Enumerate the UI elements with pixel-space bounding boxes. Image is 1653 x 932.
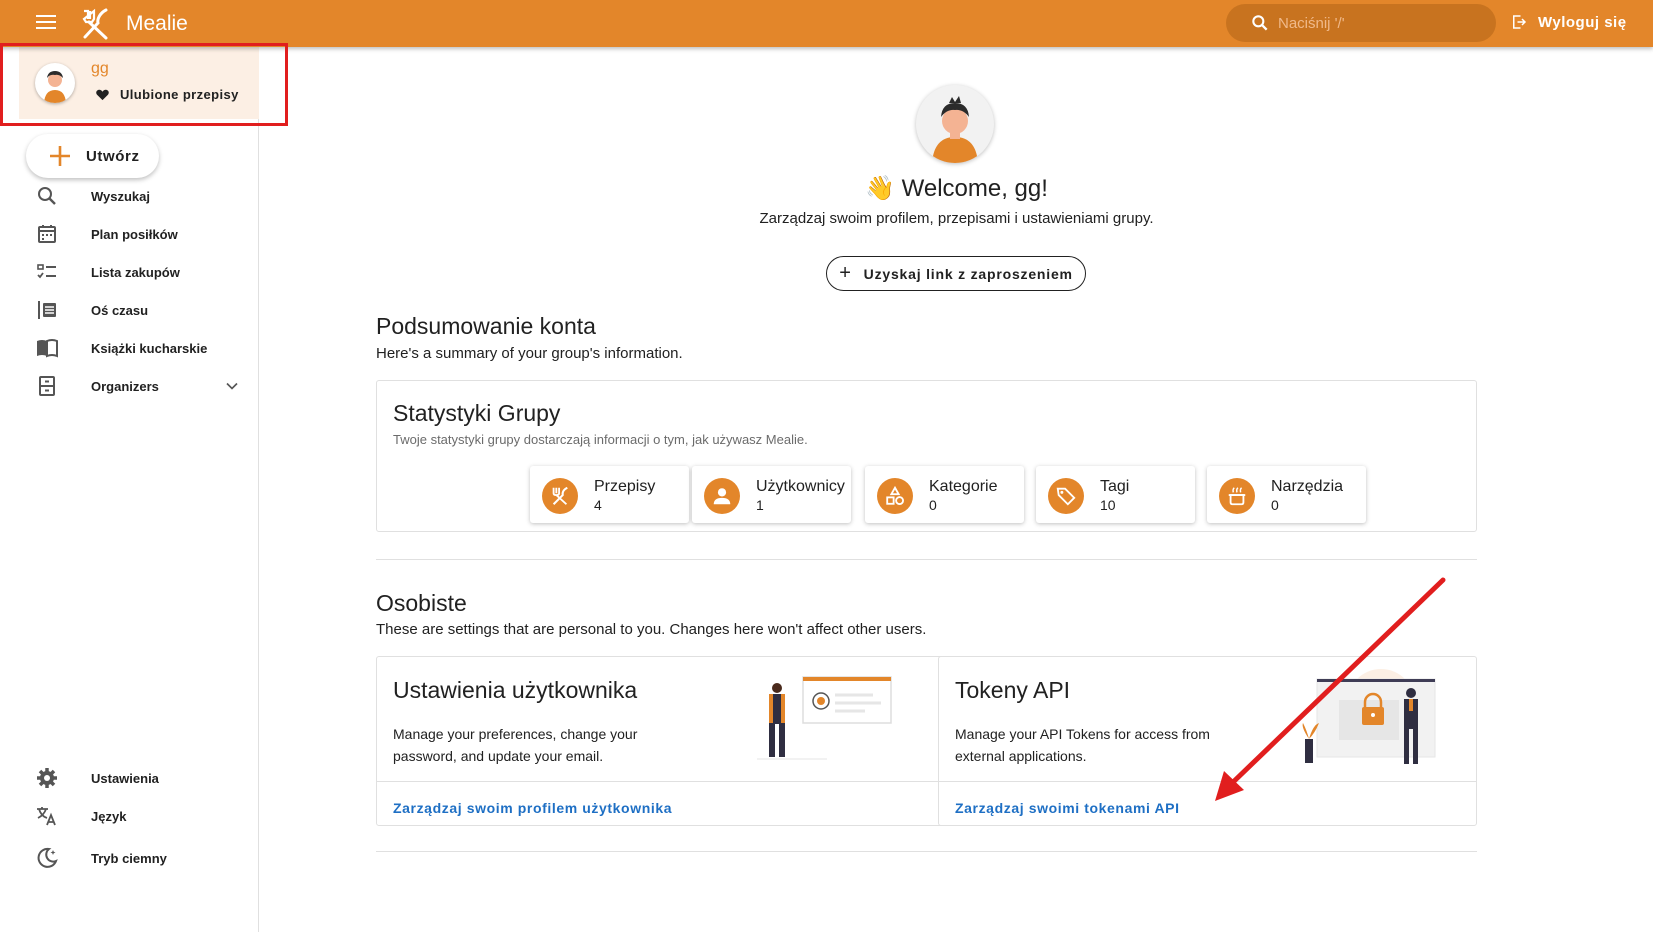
stats-subtitle: Twoje statystyki grupy dostarczają infor… <box>393 432 808 447</box>
pot-icon <box>1228 487 1246 506</box>
profile-avatar <box>916 85 994 163</box>
card-description: Manage your preferences, change your pas… <box>393 726 638 764</box>
shapes-icon <box>886 485 904 505</box>
stat-categories[interactable]: Kategorie 0 <box>865 466 1024 523</box>
sidebar-item-settings[interactable]: Ustawienia <box>0 759 259 797</box>
stat-tags[interactable]: Tagi 10 <box>1036 466 1195 523</box>
chevron-down-icon[interactable] <box>222 376 242 396</box>
group-stats-card: Statystyki Grupy Twoje statystyki grupy … <box>376 380 1477 532</box>
mealie-logo-icon[interactable] <box>78 7 112 41</box>
plus-icon <box>50 146 70 166</box>
sidebar-item-label: Wyszukaj <box>91 188 151 204</box>
stat-label: Kategorie <box>929 478 998 495</box>
sidebar-item-label: Tryb ciemny <box>91 850 167 866</box>
book-icon <box>37 339 58 358</box>
stat-count: 10 <box>1100 497 1116 513</box>
plus-icon: + <box>839 262 852 284</box>
stat-label: Narzędzia <box>1271 478 1344 495</box>
welcome-subtitle: Zarządzaj swoim profilem, przepisami i u… <box>759 210 1154 227</box>
wave-icon: 👋 <box>865 175 895 202</box>
card-separator <box>377 781 943 782</box>
divider <box>376 851 1477 852</box>
calendar-icon <box>38 225 56 243</box>
search-box[interactable] <box>1226 4 1496 42</box>
stat-label: Przepisy <box>594 478 656 495</box>
welcome-text: Welcome, gg! <box>901 175 1048 202</box>
stat-recipes[interactable]: Przepisy 4 <box>530 466 689 523</box>
search-input[interactable] <box>1278 14 1478 32</box>
sidebar-item-label: Lista zakupów <box>91 264 180 280</box>
create-label: Utwórz <box>86 147 140 165</box>
manage-profile-link[interactable]: Zarządzaj swoim profilem użytkownika <box>393 800 672 816</box>
sidebar-item-meal-plan[interactable]: Plan posiłków <box>0 215 259 253</box>
highlight-box <box>0 43 288 126</box>
gear-icon <box>37 768 57 788</box>
app-title[interactable]: Mealie <box>126 12 188 36</box>
create-button[interactable]: Utwórz <box>26 134 159 178</box>
card-title: Ustawienia użytkownika <box>393 677 638 703</box>
sidebar-item-label: Organizers <box>91 378 159 394</box>
sidebar-item-language[interactable]: Język <box>0 797 259 835</box>
divider <box>376 559 1477 560</box>
sidebar-item-label: Książki kucharskie <box>91 340 208 356</box>
stats-title: Statystyki Grupy <box>393 400 561 426</box>
sidebar-item-cookbooks[interactable]: Książki kucharskie <box>0 329 259 367</box>
sidebar-item-organizers[interactable]: Organizers <box>0 367 259 405</box>
stat-label: Tagi <box>1100 478 1130 495</box>
invite-label: Uzyskaj link z zaproszeniem <box>863 265 1073 282</box>
timeline-icon <box>38 301 56 319</box>
moon-icon <box>37 847 58 868</box>
annotation-arrow-icon <box>1215 577 1446 801</box>
sidebar-item-label: Oś czasu <box>91 302 149 318</box>
manage-api-tokens-link[interactable]: Zarządzaj swoimi tokenami API <box>955 800 1180 816</box>
personal-title: Osobiste <box>376 590 467 616</box>
card-title: Tokeny API <box>955 677 1071 703</box>
tags-icon <box>1056 487 1076 506</box>
sidebar-item-shopping-list[interactable]: Lista zakupów <box>0 253 259 291</box>
translate-icon <box>37 807 56 826</box>
app-bar: Mealie Wyloguj się <box>0 0 1653 47</box>
profile-illustration <box>757 676 892 760</box>
stat-count: 0 <box>929 497 937 513</box>
person-icon <box>713 488 731 505</box>
search-icon <box>1252 15 1268 31</box>
sidebar-item-timeline[interactable]: Oś czasu <box>0 291 259 329</box>
sidebar-item-dark-mode[interactable]: Tryb ciemny <box>0 839 259 877</box>
sidebar-item-label: Plan posiłków <box>91 226 178 242</box>
sidebar-item-label: Ustawienia <box>91 770 159 786</box>
stat-count: 0 <box>1271 497 1279 513</box>
menu-icon[interactable] <box>36 15 56 31</box>
search-icon <box>38 187 56 205</box>
stat-count: 4 <box>594 497 602 513</box>
sidebar: gg Ulubione przepisy Utwórz Wyszukaj Pla… <box>0 47 259 932</box>
fork-knife-icon <box>552 486 568 505</box>
account-summary-subtitle: Here's a summary of your group's informa… <box>376 345 683 362</box>
sidebar-item-label: Język <box>91 808 127 824</box>
cabinet-icon <box>39 376 55 396</box>
stat-tools[interactable]: Narzędzia 0 <box>1207 466 1366 523</box>
user-settings-card[interactable]: Ustawienia użytkownika Manage your prefe… <box>376 656 944 826</box>
stat-count: 1 <box>756 497 764 513</box>
invite-link-button[interactable]: + Uzyskaj link z zaproszeniem <box>826 256 1086 291</box>
sidebar-item-search[interactable]: Wyszukaj <box>0 177 259 215</box>
logout-label: Wyloguj się <box>1538 13 1627 31</box>
stat-label: Użytkownicy <box>756 478 845 495</box>
personal-subtitle: These are settings that are personal to … <box>376 621 927 638</box>
logout-button[interactable]: Wyloguj się <box>1510 13 1627 31</box>
logout-icon <box>1513 15 1527 29</box>
account-summary-title: Podsumowanie konta <box>376 313 596 339</box>
card-description: Manage your API Tokens for access from e… <box>955 726 1210 764</box>
checklist-icon <box>37 264 56 279</box>
welcome-heading: 👋 Welcome, gg! <box>260 174 1653 203</box>
stat-users[interactable]: Użytkownicy 1 <box>692 466 851 523</box>
